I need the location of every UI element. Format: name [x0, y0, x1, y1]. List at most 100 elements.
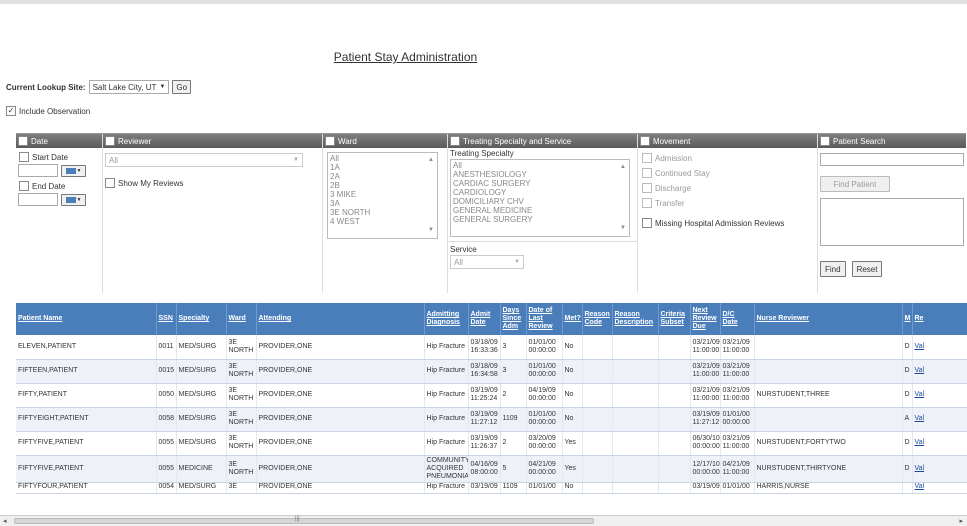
- ward-option[interactable]: 3 MIKE: [330, 190, 435, 199]
- include-observation-checkbox[interactable]: ✓: [6, 106, 16, 116]
- scrollbar-thumb[interactable]: [14, 518, 594, 524]
- scroll-down-icon[interactable]: ▼: [620, 224, 626, 233]
- missing-admission-reviews-checkbox[interactable]: [642, 218, 652, 228]
- validate-link[interactable]: Val: [915, 415, 925, 422]
- table-row[interactable]: FIFTYFIVE,PATIENT 0055 MED/SURG 3E NORTH PRO…: [16, 431, 967, 456]
- column-header[interactable]: Admitting Diagnosis: [424, 303, 469, 335]
- column-header[interactable]: Re: [912, 303, 967, 335]
- table-cell: [902, 482, 913, 494]
- table-cell: [582, 431, 613, 456]
- table-row[interactable]: ELEVEN,PATIENT 0011 MED/SURG 3E NORTH PROVID…: [16, 335, 967, 360]
- table-cell: Hip Fracture: [424, 431, 469, 456]
- specialty-option[interactable]: All: [453, 161, 627, 170]
- table-row[interactable]: FIFTEEN,PATIENT 0015 MED/SURG 3E NORTH PROVI…: [16, 359, 967, 384]
- specialty-option[interactable]: ANESTHESIOLOGY: [453, 170, 627, 179]
- column-header[interactable]: Nurse Reviewer: [754, 303, 903, 335]
- movement-filter-checkbox[interactable]: [640, 136, 650, 146]
- specialty-listbox[interactable]: All ANESTHESIOLOGY CARDIAC SURGERY CARDI…: [450, 159, 630, 237]
- validate-link[interactable]: Val: [915, 343, 925, 350]
- specialty-option[interactable]: CARDIOLOGY: [453, 188, 627, 197]
- service-select[interactable]: All ▼: [450, 255, 524, 269]
- specialty-filter-checkbox[interactable]: [450, 136, 460, 146]
- column-header[interactable]: Specialty: [176, 303, 227, 335]
- column-header[interactable]: Met?: [562, 303, 583, 335]
- patient-results-box[interactable]: [820, 198, 964, 246]
- discharge-checkbox[interactable]: [642, 183, 652, 193]
- ward-option[interactable]: 3A: [330, 199, 435, 208]
- scroll-up-icon[interactable]: ▲: [620, 163, 626, 172]
- transfer-checkbox[interactable]: [642, 198, 652, 208]
- end-date-label: End Date: [32, 181, 66, 191]
- table-cell: FIFTY,PATIENT: [16, 383, 157, 408]
- column-header[interactable]: Next Review Due: [690, 303, 721, 335]
- validate-link[interactable]: Val: [915, 391, 925, 398]
- column-header[interactable]: Patient Name: [16, 303, 157, 335]
- reviewer-select[interactable]: All ▼: [105, 153, 303, 167]
- find-patient-button[interactable]: Find Patient: [820, 176, 890, 192]
- table-cell: 03/19/09 11:27:12: [468, 407, 501, 432]
- validate-link[interactable]: Val: [915, 367, 925, 374]
- table-cell: 03/21/09 11:00:00: [720, 383, 755, 408]
- column-header[interactable]: D/C Date: [720, 303, 755, 335]
- admission-checkbox[interactable]: [642, 153, 652, 163]
- scroll-down-icon[interactable]: ▼: [428, 226, 434, 235]
- specialty-option[interactable]: CARDIAC SURGERY: [453, 179, 627, 188]
- table-row[interactable]: FIFTYFOUR,PATIENT 0054 MED/SURG 3E PROVIDER,…: [16, 482, 967, 494]
- reviewer-filter-checkbox[interactable]: [105, 136, 115, 146]
- start-date-input[interactable]: [18, 164, 58, 177]
- column-header[interactable]: Criteria Subset: [658, 303, 691, 335]
- validate-link[interactable]: Val: [915, 483, 925, 490]
- table-row[interactable]: FIFTYEIGHT,PATIENT 0058 MED/SURG 3E NORTH PR…: [16, 407, 967, 432]
- column-header[interactable]: Date of Last Review: [526, 303, 563, 335]
- find-button[interactable]: Find: [820, 261, 846, 277]
- column-header[interactable]: M: [902, 303, 913, 335]
- site-select[interactable]: Salt Lake City, UT ▼: [88, 80, 170, 94]
- ward-option[interactable]: All: [330, 154, 435, 163]
- scroll-left-icon[interactable]: ◂: [3, 517, 7, 525]
- ward-option[interactable]: 2B: [330, 181, 435, 190]
- column-header[interactable]: Days Since Adm: [500, 303, 527, 335]
- column-header[interactable]: Reason Code: [582, 303, 613, 335]
- start-date-picker-button[interactable]: ▼: [61, 164, 86, 177]
- ward-option[interactable]: 3E NORTH: [330, 208, 435, 217]
- end-date-input[interactable]: [18, 193, 58, 206]
- column-header[interactable]: Reason Description: [612, 303, 659, 335]
- column-header[interactable]: SSN: [156, 303, 177, 335]
- specialty-option[interactable]: DOMICILIARY CHV: [453, 197, 627, 206]
- ward-option[interactable]: 4 WEST: [330, 217, 435, 226]
- transfer-label: Transfer: [655, 198, 685, 208]
- ward-option[interactable]: 1A: [330, 163, 435, 172]
- horizontal-scrollbar[interactable]: ◂ ||| ▸: [0, 515, 967, 526]
- specialty-option[interactable]: GENERAL MEDICINE: [453, 206, 627, 215]
- table-header-row: Patient Name SSN Specialty Ward Attending Adm…: [16, 303, 967, 335]
- column-header[interactable]: Ward: [226, 303, 257, 335]
- scroll-right-icon[interactable]: ▸: [959, 517, 963, 525]
- end-date-picker-button[interactable]: ▼: [61, 193, 86, 206]
- column-header[interactable]: Attending: [256, 303, 425, 335]
- patient-search-input[interactable]: [820, 153, 964, 166]
- start-date-checkbox[interactable]: [19, 152, 29, 162]
- scroll-up-icon[interactable]: ▲: [428, 156, 434, 165]
- table-row[interactable]: FIFTY,PATIENT 0050 MED/SURG 3E NORTH PROVIDE…: [16, 383, 967, 408]
- patient-search-checkbox[interactable]: [820, 136, 830, 146]
- ward-filter-checkbox[interactable]: [325, 136, 335, 146]
- end-date-checkbox[interactable]: [19, 181, 29, 191]
- table-cell: 2: [500, 383, 527, 408]
- table-cell: PROVIDER,ONE: [256, 359, 425, 384]
- table-row[interactable]: FIFTYFIVE,PATIENT 0055 MEDICINE 3E NORTH PRO…: [16, 455, 967, 483]
- table-cell: [582, 407, 613, 432]
- column-header[interactable]: Admit Date: [468, 303, 501, 335]
- specialty-option[interactable]: GENERAL SURGERY: [453, 215, 627, 224]
- reset-button[interactable]: Reset: [851, 261, 883, 277]
- table-cell: [658, 431, 691, 456]
- table-cell: [582, 335, 613, 360]
- go-button[interactable]: Go: [172, 80, 192, 94]
- show-my-reviews-checkbox[interactable]: [105, 178, 115, 188]
- ward-listbox[interactable]: All 1A 2A 2B 3 MIKE 3A 3E NORTH 4 WEST ▲…: [327, 152, 438, 239]
- validate-link[interactable]: Val: [915, 439, 925, 446]
- table-cell: NURSTUDENT,THIRTYONE: [754, 455, 903, 483]
- continued-stay-checkbox[interactable]: [642, 168, 652, 178]
- ward-option[interactable]: 2A: [330, 172, 435, 181]
- validate-link[interactable]: Val: [915, 465, 925, 472]
- date-filter-checkbox[interactable]: [18, 136, 28, 146]
